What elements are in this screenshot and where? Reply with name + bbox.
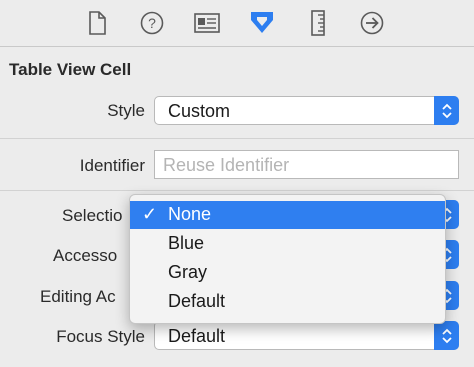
menu-item-label: Default bbox=[168, 291, 226, 311]
identity-inspector-icon[interactable] bbox=[194, 10, 220, 36]
inspector-toolbar: ? bbox=[0, 0, 474, 47]
identifier-field[interactable] bbox=[154, 150, 459, 179]
chevron-updown-icon bbox=[434, 96, 459, 125]
selection-dropdown-menu: ✓ None Blue Gray Default bbox=[129, 194, 446, 324]
menu-item-gray[interactable]: Gray bbox=[130, 259, 445, 287]
divider bbox=[0, 138, 474, 139]
divider bbox=[0, 190, 474, 191]
section-title: Table View Cell bbox=[9, 60, 132, 79]
menu-item-none[interactable]: ✓ None bbox=[130, 201, 445, 229]
identifier-input[interactable] bbox=[161, 154, 455, 177]
size-inspector-icon[interactable] bbox=[305, 10, 331, 36]
svg-text:?: ? bbox=[148, 15, 156, 31]
chevron-updown-icon bbox=[434, 321, 459, 350]
quick-help-icon[interactable]: ? bbox=[139, 10, 165, 36]
editing-accessory-label: Editing Ac bbox=[40, 287, 116, 306]
style-popup-value: Custom bbox=[168, 101, 231, 121]
focus-style-label: Focus Style bbox=[56, 327, 145, 346]
checkmark-icon: ✓ bbox=[142, 204, 158, 224]
focus-style-popup[interactable]: Default bbox=[154, 321, 459, 350]
focus-style-popup-value: Default bbox=[168, 326, 226, 346]
style-label: Style bbox=[107, 101, 145, 120]
menu-item-label: Gray bbox=[168, 262, 208, 282]
file-inspector-icon[interactable] bbox=[84, 10, 110, 36]
menu-item-blue[interactable]: Blue bbox=[130, 230, 445, 258]
style-popup[interactable]: Custom bbox=[154, 96, 459, 125]
menu-item-label: Blue bbox=[168, 233, 205, 253]
menu-item-default[interactable]: Default bbox=[130, 288, 445, 316]
menu-item-label: None bbox=[168, 204, 212, 224]
identifier-label: Identifier bbox=[79, 156, 145, 175]
connections-inspector-icon[interactable] bbox=[359, 10, 385, 36]
attributes-inspector-icon[interactable] bbox=[249, 10, 275, 36]
